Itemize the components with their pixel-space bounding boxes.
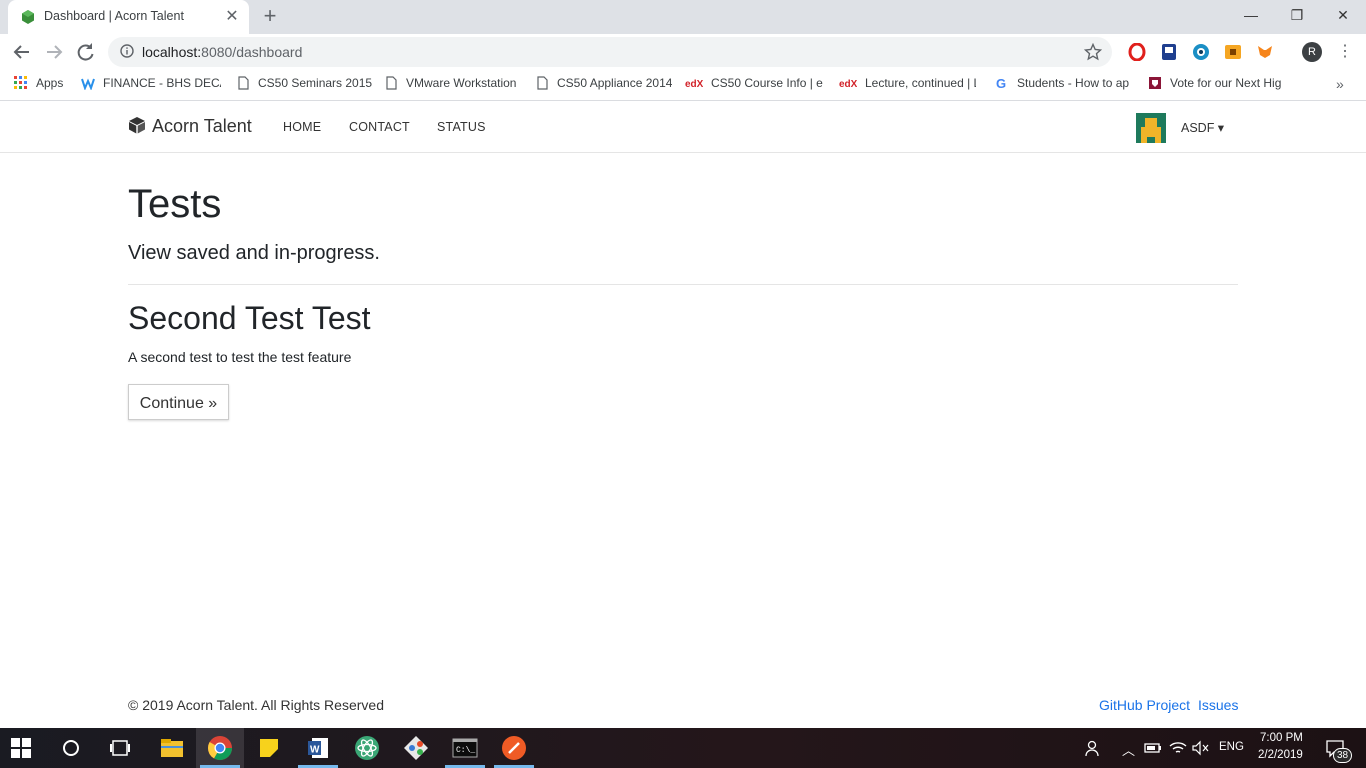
chevron-up-icon[interactable]: ︿ bbox=[1122, 740, 1135, 759]
atom-icon[interactable] bbox=[353, 734, 381, 762]
tab-close-icon[interactable]: ✕ bbox=[223, 8, 241, 26]
nav-contact[interactable]: CONTACT bbox=[349, 120, 410, 134]
test-description: A second test to test the test feature bbox=[128, 349, 352, 365]
nav-status[interactable]: STATUS bbox=[437, 120, 486, 134]
svg-text:W: W bbox=[310, 745, 320, 756]
git-kraken-icon[interactable] bbox=[402, 734, 430, 762]
clock-time[interactable]: 7:00 PM bbox=[1260, 732, 1303, 744]
page-subtitle: View saved and in-progress. bbox=[128, 242, 380, 264]
bookmark-finance[interactable]: FINANCE - BHS DECA bbox=[81, 76, 221, 94]
address-bar[interactable]: localhost:8080/dashboard bbox=[108, 37, 1112, 67]
google-icon: G bbox=[996, 76, 1006, 90]
browser-menu-icon[interactable]: ⋮ bbox=[1337, 42, 1353, 62]
page-icon bbox=[537, 76, 548, 90]
metamask-extension-icon[interactable] bbox=[1256, 43, 1274, 61]
bookmark-vote[interactable]: Vote for our Next Hig bbox=[1148, 76, 1286, 94]
edx-icon: edX bbox=[685, 79, 703, 90]
bookmark-cs50-seminars[interactable]: CS50 Seminars 2015 bbox=[236, 76, 372, 94]
footer-copyright: © 2019 Acorn Talent. All Rights Reserved bbox=[128, 697, 384, 713]
tab-title: Dashboard | Acorn Talent bbox=[44, 9, 184, 23]
bookmark-students[interactable]: G Students - How to ap bbox=[995, 76, 1131, 94]
test-title: Second Test Test bbox=[128, 300, 371, 336]
chrome-icon[interactable] bbox=[206, 734, 234, 762]
issues-link[interactable]: Issues bbox=[1198, 697, 1238, 713]
acorn-favicon-icon bbox=[22, 10, 34, 24]
site-navbar: Acorn Talent HOME CONTACT STATUS ASDF ▾ bbox=[0, 101, 1366, 153]
window-close-button[interactable]: ✕ bbox=[1320, 0, 1366, 30]
page-title: Tests bbox=[128, 182, 222, 226]
browser-tabstrip: Dashboard | Acorn Talent ✕ + — ❐ ✕ bbox=[0, 0, 1366, 34]
clock-date[interactable]: 2/2/2019 bbox=[1258, 749, 1303, 761]
page-icon bbox=[386, 76, 397, 90]
reader-extension-icon[interactable] bbox=[1160, 43, 1178, 61]
url-text[interactable]: localhost:8080/dashboard bbox=[142, 44, 302, 60]
page-icon bbox=[238, 76, 249, 90]
brand-name: Acorn Talent bbox=[152, 116, 252, 136]
github-project-link[interactable]: GitHub Project bbox=[1099, 697, 1190, 713]
info-icon[interactable] bbox=[120, 44, 134, 58]
wifi-icon[interactable] bbox=[1169, 740, 1187, 756]
apps-grid-icon bbox=[14, 76, 27, 89]
opera-extension-icon[interactable] bbox=[1128, 43, 1146, 61]
browser-tab[interactable]: Dashboard | Acorn Talent ✕ bbox=[8, 0, 249, 34]
new-tab-button[interactable]: + bbox=[258, 5, 282, 29]
battery-icon[interactable] bbox=[1144, 741, 1162, 755]
continue-button[interactable]: Continue » bbox=[128, 384, 229, 420]
svg-text:edX: edX bbox=[685, 79, 703, 90]
honey-extension-icon[interactable] bbox=[1224, 43, 1242, 61]
svg-text:edX: edX bbox=[839, 79, 857, 90]
camera-extension-icon[interactable] bbox=[1192, 43, 1210, 61]
bookmark-cs50-course-info[interactable]: edX CS50 Course Info | ec bbox=[685, 76, 823, 94]
windows-start-icon[interactable] bbox=[11, 738, 31, 758]
people-icon[interactable] bbox=[1085, 739, 1103, 757]
bookmark-vmware[interactable]: VMware Workstation bbox=[384, 76, 516, 94]
windows-taskbar: W C:\_ ︿ ENG 7:00 PM 2/2/2019 38 bbox=[0, 728, 1366, 768]
edx-icon: edX bbox=[839, 79, 857, 90]
minimize-button[interactable]: — bbox=[1228, 0, 1274, 30]
brand-link[interactable]: Acorn Talent bbox=[128, 116, 252, 137]
file-explorer-icon[interactable] bbox=[158, 734, 186, 762]
search-icon[interactable] bbox=[62, 739, 80, 757]
bookmarks-overflow-button[interactable]: » bbox=[1336, 76, 1344, 92]
postman-icon[interactable] bbox=[500, 734, 528, 762]
cube-icon bbox=[129, 117, 145, 134]
bookmarks-bar: Apps FINANCE - BHS DECA CS50 Seminars 20… bbox=[0, 70, 1366, 101]
svg-text:C:\_: C:\_ bbox=[456, 746, 475, 755]
bookmark-star-icon[interactable] bbox=[1084, 43, 1102, 61]
user-avatar[interactable] bbox=[1136, 113, 1166, 143]
weebly-icon bbox=[81, 78, 95, 90]
bookmark-apps[interactable]: Apps bbox=[14, 76, 63, 94]
language-indicator[interactable]: ENG bbox=[1219, 741, 1244, 753]
terminal-icon[interactable]: C:\_ bbox=[451, 734, 479, 762]
shield-icon bbox=[1149, 77, 1161, 89]
browser-toolbar: localhost:8080/dashboard R ⋮ bbox=[0, 34, 1366, 70]
bookmark-cs50-appliance[interactable]: CS50 Appliance 2014 bbox=[535, 76, 672, 94]
forward-arrow-icon[interactable] bbox=[41, 40, 67, 64]
back-arrow-icon[interactable] bbox=[9, 40, 35, 64]
reload-icon[interactable] bbox=[73, 40, 99, 64]
user-dropdown[interactable]: ASDF ▾ bbox=[1181, 120, 1224, 135]
task-view-icon[interactable] bbox=[110, 738, 130, 758]
profile-avatar[interactable]: R bbox=[1302, 42, 1322, 62]
section-divider bbox=[128, 284, 1238, 285]
svg-text:G: G bbox=[996, 76, 1006, 90]
sticky-notes-icon[interactable] bbox=[255, 734, 283, 762]
bookmark-lecture[interactable]: edX Lecture, continued | L bbox=[839, 76, 976, 94]
maximize-button[interactable]: ❐ bbox=[1274, 0, 1320, 30]
word-icon[interactable]: W bbox=[304, 734, 332, 762]
volume-muted-icon[interactable] bbox=[1191, 740, 1209, 756]
notification-count-badge: 38 bbox=[1333, 748, 1353, 763]
nav-home[interactable]: HOME bbox=[283, 120, 321, 134]
